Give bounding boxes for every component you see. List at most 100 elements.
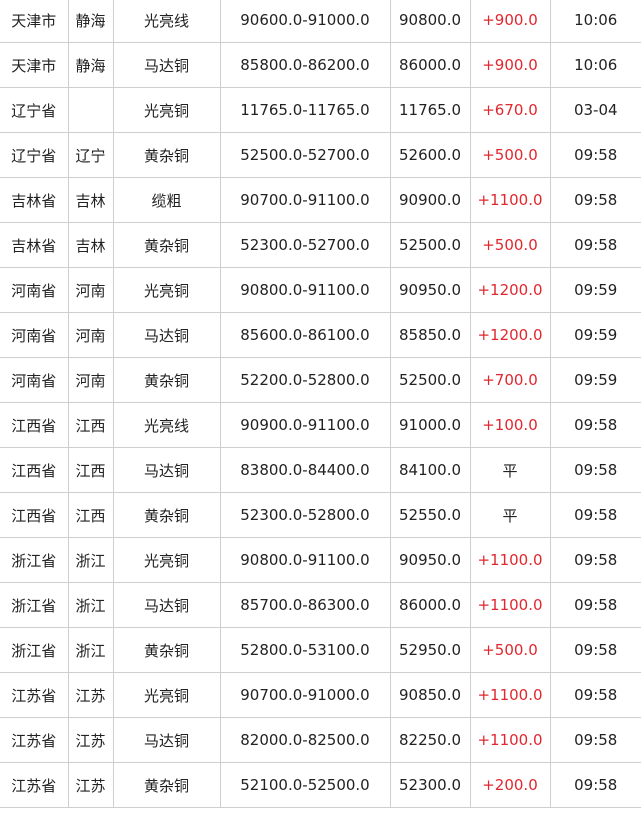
product-cell: 黄杂铜: [112, 492, 221, 538]
average-price-cell: 86000.0: [389, 42, 471, 88]
price-change-cell: +1100.0: [469, 537, 551, 583]
province-cell: 浙江省: [0, 537, 69, 583]
table-row: 江苏省 江苏 黄杂铜 52100.0-52500.0 52300.0 +200.0 09:5…: [0, 762, 641, 808]
price-change-cell: +1100.0: [469, 582, 551, 628]
province-cell: 河南省: [0, 267, 69, 313]
product-cell: 光亮铜: [112, 87, 221, 133]
city-cell: [67, 87, 114, 133]
price-change-cell: +100.0: [469, 402, 551, 448]
average-price-cell: 52950.0: [389, 627, 471, 673]
price-range-cell: 85600.0-86100.0: [219, 312, 391, 358]
province-cell: 江西省: [0, 492, 69, 538]
table-row: 辽宁省 辽宁 黄杂铜 52500.0-52700.0 52600.0 +500.0 09:5…: [0, 132, 641, 178]
price-range-cell: 90800.0-91100.0: [219, 537, 391, 583]
product-cell: 马达铜: [112, 42, 221, 88]
update-time-cell: 09:58: [549, 132, 641, 178]
table-row: 浙江省 浙江 黄杂铜 52800.0-53100.0 52950.0 +500.0 09:5…: [0, 627, 641, 673]
price-change-cell: +1100.0: [469, 177, 551, 223]
average-price-cell: 85850.0: [389, 312, 471, 358]
price-range-cell: 11765.0-11765.0: [219, 87, 391, 133]
city-cell: 河南: [67, 267, 114, 313]
price-change-cell: +1200.0: [469, 267, 551, 313]
price-range-cell: 90700.0-91100.0: [219, 177, 391, 223]
update-time-cell: 09:59: [549, 312, 641, 358]
province-cell: 江苏省: [0, 762, 69, 808]
city-cell: 浙江: [67, 627, 114, 673]
table-row: 江苏省 江苏 光亮铜 90700.0-91000.0 90850.0 +1100.0 09:…: [0, 672, 641, 718]
price-change-cell: +1100.0: [469, 672, 551, 718]
city-cell: 吉林: [67, 177, 114, 223]
average-price-cell: 91000.0: [389, 402, 471, 448]
city-cell: 吉林: [67, 222, 114, 268]
price-change-cell: +500.0: [469, 222, 551, 268]
table-row: 天津市 静海 马达铜 85800.0-86200.0 86000.0 +900.0 10:0…: [0, 42, 641, 88]
product-cell: 光亮铜: [112, 672, 221, 718]
update-time-cell: 09:58: [549, 177, 641, 223]
price-change-cell: 平: [469, 447, 551, 493]
price-change-cell: +200.0: [469, 762, 551, 808]
average-price-cell: 11765.0: [389, 87, 471, 133]
table-row: 河南省 河南 马达铜 85600.0-86100.0 85850.0 +1200.0 09:…: [0, 312, 641, 358]
price-range-cell: 85800.0-86200.0: [219, 42, 391, 88]
price-range-cell: 52500.0-52700.0: [219, 132, 391, 178]
city-cell: 河南: [67, 357, 114, 403]
price-change-cell: +500.0: [469, 627, 551, 673]
product-cell: 马达铜: [112, 447, 221, 493]
city-cell: 浙江: [67, 537, 114, 583]
update-time-cell: 10:06: [549, 0, 641, 43]
province-cell: 天津市: [0, 0, 69, 43]
price-change-cell: +1100.0: [469, 717, 551, 763]
update-time-cell: 09:58: [549, 222, 641, 268]
province-cell: 天津市: [0, 42, 69, 88]
product-cell: 黄杂铜: [112, 222, 221, 268]
update-time-cell: 09:58: [549, 492, 641, 538]
table-row: 浙江省 浙江 光亮铜 90800.0-91100.0 90950.0 +1100.0 09:…: [0, 537, 641, 583]
province-cell: 浙江省: [0, 582, 69, 628]
product-cell: 光亮铜: [112, 267, 221, 313]
average-price-cell: 82250.0: [389, 717, 471, 763]
city-cell: 浙江: [67, 582, 114, 628]
city-cell: 辽宁: [67, 132, 114, 178]
product-cell: 光亮线: [112, 402, 221, 448]
average-price-cell: 52600.0: [389, 132, 471, 178]
product-cell: 黄杂铜: [112, 762, 221, 808]
average-price-cell: 90900.0: [389, 177, 471, 223]
city-cell: 江西: [67, 402, 114, 448]
province-cell: 吉林省: [0, 222, 69, 268]
city-cell: 江西: [67, 447, 114, 493]
price-change-cell: +1200.0: [469, 312, 551, 358]
price-range-cell: 52300.0-52800.0: [219, 492, 391, 538]
table-row: 江西省 江西 黄杂铜 52300.0-52800.0 52550.0 平 09:58: [0, 492, 641, 538]
product-cell: 马达铜: [112, 717, 221, 763]
update-time-cell: 09:58: [549, 672, 641, 718]
table-row: 河南省 河南 光亮铜 90800.0-91100.0 90950.0 +1200.0 09:…: [0, 267, 641, 313]
average-price-cell: 90950.0: [389, 267, 471, 313]
average-price-cell: 86000.0: [389, 582, 471, 628]
product-cell: 黄杂铜: [112, 627, 221, 673]
table-row: 吉林省 吉林 缆粗 90700.0-91100.0 90900.0 +1100.0 09:5…: [0, 177, 641, 223]
province-cell: 辽宁省: [0, 87, 69, 133]
average-price-cell: 90850.0: [389, 672, 471, 718]
update-time-cell: 09:58: [549, 717, 641, 763]
province-cell: 河南省: [0, 357, 69, 403]
city-cell: 江苏: [67, 672, 114, 718]
province-cell: 江西省: [0, 402, 69, 448]
city-cell: 静海: [67, 42, 114, 88]
product-cell: 马达铜: [112, 312, 221, 358]
price-range-cell: 52800.0-53100.0: [219, 627, 391, 673]
price-change-cell: +900.0: [469, 0, 551, 43]
product-cell: 缆粗: [112, 177, 221, 223]
price-range-cell: 90700.0-91000.0: [219, 672, 391, 718]
table-row: 吉林省 吉林 黄杂铜 52300.0-52700.0 52500.0 +500.0 09:5…: [0, 222, 641, 268]
price-range-cell: 52300.0-52700.0: [219, 222, 391, 268]
city-cell: 河南: [67, 312, 114, 358]
province-cell: 浙江省: [0, 627, 69, 673]
table-row: 辽宁省 光亮铜 11765.0-11765.0 11765.0 +670.0 03-04: [0, 87, 641, 133]
province-cell: 江苏省: [0, 672, 69, 718]
price-range-cell: 90800.0-91100.0: [219, 267, 391, 313]
average-price-cell: 52500.0: [389, 357, 471, 403]
update-time-cell: 09:58: [549, 762, 641, 808]
province-cell: 河南省: [0, 312, 69, 358]
price-range-cell: 52200.0-52800.0: [219, 357, 391, 403]
city-cell: 江西: [67, 492, 114, 538]
